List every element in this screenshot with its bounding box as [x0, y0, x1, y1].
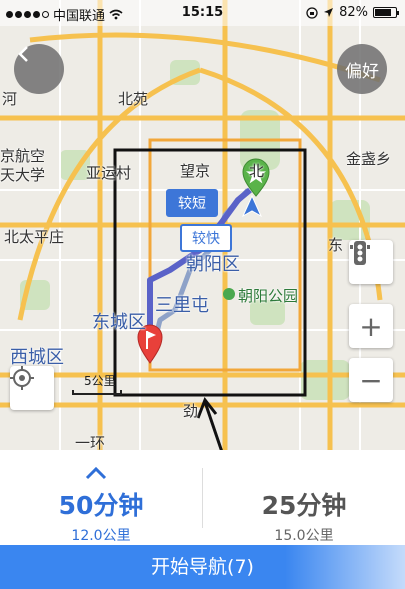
- map-label-beiyuan: 北苑: [118, 90, 149, 108]
- map-label-sanlitun: 三里屯: [155, 295, 209, 316]
- zoom-in-label: +: [359, 309, 383, 343]
- battery-icon: [373, 7, 399, 18]
- route-option-distance: 15.0公里: [274, 528, 334, 544]
- traffic-light-icon: [350, 241, 370, 265]
- map-label-chaoyanggongyuan: 朝阳公园: [238, 287, 299, 305]
- status-bar: 中国联通 15:15 82%: [0, 0, 405, 26]
- map-label-jinzhanxiang: 金盏乡: [346, 150, 392, 168]
- park-poi-icon: [223, 288, 235, 300]
- map-label-he: 河: [2, 90, 18, 108]
- route-option-2[interactable]: 25分钟 15.0公里: [203, 450, 405, 545]
- locate-icon: [10, 366, 34, 390]
- preference-button-label: 偏好: [345, 61, 379, 82]
- map-label-yayuncun: 亚运村: [86, 164, 132, 182]
- map-view[interactable]: 河 北苑 京航空 天大学 亚运村 望京 北 金盏乡 北太平庄 朝阳区 东 三里屯…: [0, 0, 405, 450]
- map-label-wangjing: 望京: [180, 162, 211, 180]
- map-label-jingshikong: 京航空: [0, 147, 46, 165]
- zoom-in-button[interactable]: +: [349, 304, 393, 348]
- start-navigation-button[interactable]: 开始导航(7): [0, 545, 405, 589]
- route-tag-shorter[interactable]: 较短: [166, 189, 218, 217]
- map-label-bei: 北: [249, 162, 265, 180]
- map-label-yihuan: 一环: [75, 434, 106, 450]
- locate-button[interactable]: [10, 366, 54, 410]
- location-arrow-icon: [324, 8, 334, 17]
- orientation-lock-icon: [306, 6, 318, 19]
- route-option-distance: 12.0公里: [71, 528, 131, 544]
- route-options-panel: 50分钟 12.0公里 25分钟 15.0公里: [0, 450, 405, 545]
- map-label-tianda: 天大学: [0, 166, 46, 184]
- map-label-jin: 劲: [183, 402, 199, 420]
- zoom-out-button[interactable]: −: [349, 358, 393, 402]
- current-location-arrow-icon: [241, 194, 263, 218]
- chevron-up-icon[interactable]: [85, 466, 107, 480]
- map-label-beitaipingzhuang: 北太平庄: [4, 228, 65, 246]
- route-tag-faster[interactable]: 较快: [180, 224, 232, 252]
- route-option-1[interactable]: 50分钟 12.0公里: [0, 450, 202, 545]
- map-label-dongchengqu: 东城区: [92, 312, 146, 333]
- route-option-time: 25分钟: [261, 491, 347, 520]
- battery-percent: 82%: [339, 5, 368, 20]
- chevron-left-icon: [18, 46, 28, 62]
- fade-overlay: [285, 545, 405, 589]
- map-scale: 5公里: [72, 372, 122, 395]
- start-navigation-label: 开始导航(7): [151, 556, 254, 578]
- scale-bar: [72, 390, 122, 395]
- route-option-time: 50分钟: [58, 491, 144, 520]
- preference-button[interactable]: 偏好: [337, 44, 387, 94]
- map-label-chaoyangqu: 朝阳区: [186, 254, 240, 275]
- zoom-out-label: −: [359, 363, 383, 397]
- scale-label: 5公里: [84, 374, 116, 388]
- map-label-dong: 东: [328, 236, 344, 254]
- back-button[interactable]: [14, 44, 64, 94]
- traffic-toggle-button[interactable]: [349, 240, 393, 284]
